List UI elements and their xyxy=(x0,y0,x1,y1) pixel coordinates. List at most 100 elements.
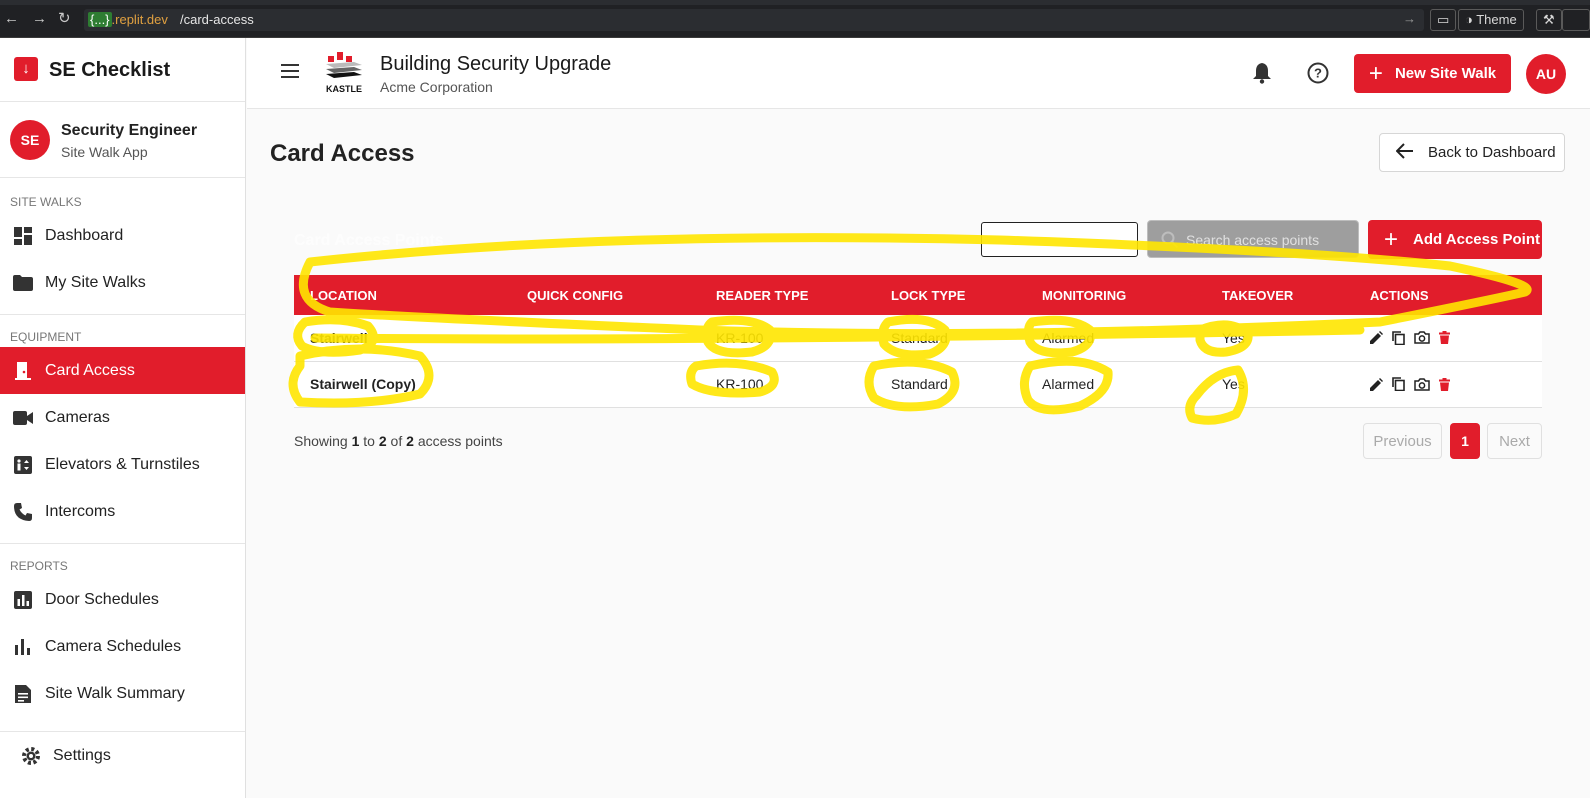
sidebar-item-camera-schedules[interactable]: Camera Schedules xyxy=(0,623,245,670)
sidebar-item-intercoms[interactable]: Intercoms xyxy=(0,488,245,535)
sidebar-item-label: Intercoms xyxy=(45,502,116,520)
showing-prefix: Showing xyxy=(294,433,348,449)
column-header-reader-type[interactable]: READER TYPE xyxy=(700,275,875,315)
sidebar: ↓ SE Checklist SE Security Engineer Site… xyxy=(0,38,246,798)
url-host-domain: .replit.dev xyxy=(111,12,168,27)
sidebar-item-label: Card Access xyxy=(45,361,135,379)
current-page-button[interactable]: 1 xyxy=(1450,423,1480,459)
menu-icon[interactable] xyxy=(281,64,299,78)
search-input[interactable] xyxy=(1186,230,1351,250)
copy-icon[interactable] xyxy=(1392,377,1405,391)
account-avatar[interactable]: AU xyxy=(1526,54,1566,94)
browser-toolbar: ← → ↻ {...} .replit.dev /card-access → ▭ … xyxy=(0,0,1590,38)
column-header-location[interactable]: LOCATION xyxy=(294,275,511,315)
user-name: Security Engineer xyxy=(61,122,198,139)
showing-from: 1 xyxy=(351,433,360,449)
delete-icon[interactable] xyxy=(1439,377,1450,391)
cell-location: Stairwell (Copy) xyxy=(294,361,511,408)
gear-icon xyxy=(20,746,42,766)
sidebar-item-door-schedules[interactable]: Door Schedules xyxy=(0,576,245,623)
bell-icon[interactable] xyxy=(1252,62,1274,84)
cell-reader-type: KR-100 xyxy=(700,315,875,362)
new-site-walk-label: New Site Walk xyxy=(1394,65,1497,82)
cell-takeover: Yes xyxy=(1206,315,1354,362)
column-header-quick-config[interactable]: QUICK CONFIG xyxy=(511,275,700,315)
folder-icon xyxy=(12,273,34,293)
door-icon xyxy=(12,361,34,381)
sidebar-brand[interactable]: ↓ SE Checklist xyxy=(0,38,245,102)
column-header-lock-type[interactable]: LOCK TYPE xyxy=(875,275,1026,315)
arrow-left-icon xyxy=(1395,142,1414,163)
copy-icon[interactable] xyxy=(1392,330,1405,345)
project-title: Building Security Upgrade xyxy=(380,53,612,75)
column-header-monitoring[interactable]: MONITORING xyxy=(1026,275,1206,315)
edit-icon[interactable] xyxy=(1370,377,1383,391)
cell-quick-config xyxy=(511,361,700,408)
sidebar-item-label: Site Walk Summary xyxy=(45,684,185,702)
page-title: Card Access xyxy=(270,140,415,167)
delete-icon[interactable] xyxy=(1439,331,1450,345)
user-subtitle: Site Walk App xyxy=(61,144,148,160)
showing-suffix: access points xyxy=(417,433,503,449)
previous-page-button[interactable]: Previous xyxy=(1363,423,1442,459)
castle-logo-icon xyxy=(326,52,362,78)
back-to-dashboard-label: Back to Dashboard xyxy=(1428,144,1556,161)
wrench-icon[interactable]: ⚒ xyxy=(1536,9,1562,31)
sidebar-item-site-walk-summary[interactable]: Site Walk Summary xyxy=(0,670,245,717)
extra-icon[interactable] xyxy=(1562,9,1590,31)
section-label-equipment: EQUIPMENT xyxy=(10,330,82,344)
filter-input[interactable] xyxy=(981,222,1138,257)
camera-icon[interactable] xyxy=(1414,377,1430,391)
sidebar-item-cameras[interactable]: Cameras xyxy=(0,394,245,441)
showing-total: 2 xyxy=(406,433,414,449)
sidebar-item-label: Cameras xyxy=(45,408,110,426)
reload-icon[interactable]: ↻ xyxy=(58,11,71,27)
cell-lock-type: Standard xyxy=(875,315,1026,362)
back-to-dashboard-button[interactable]: Back to Dashboard xyxy=(1379,133,1565,172)
svg-text:?: ? xyxy=(1314,66,1322,81)
table-row[interactable]: Stairwell (Copy) KR-100 Standard Alarmed… xyxy=(294,361,1542,408)
sidebar-item-label: Camera Schedules xyxy=(45,637,182,655)
address-bar[interactable]: {...} .replit.dev /card-access → xyxy=(84,9,1424,31)
help-icon[interactable]: ? xyxy=(1307,62,1329,84)
search-box[interactable] xyxy=(1147,220,1359,258)
new-site-walk-button[interactable]: + New Site Walk xyxy=(1354,54,1511,93)
next-page-button[interactable]: Next xyxy=(1487,423,1542,459)
cell-monitoring: Alarmed xyxy=(1026,361,1206,408)
url-host: {...} .replit.dev xyxy=(88,12,168,27)
sidebar-item-label: Door Schedules xyxy=(45,590,159,608)
sidebar-item-card-access[interactable]: Card Access xyxy=(0,347,245,394)
summary-icon xyxy=(12,684,34,704)
access-points-table: LOCATION QUICK CONFIG READER TYPE LOCK T… xyxy=(294,275,1542,408)
user-avatar: SE xyxy=(10,120,50,160)
devices-icon[interactable]: ▭ xyxy=(1430,9,1457,31)
table-row[interactable]: Stairwell KR-100 Standard Alarmed Yes xyxy=(294,315,1542,362)
column-header-takeover[interactable]: TAKEOVER xyxy=(1206,275,1354,315)
forward-arrow-icon[interactable]: → xyxy=(32,11,47,27)
kastle-logo: KASTLE xyxy=(324,52,364,94)
dashboard-icon xyxy=(12,226,34,246)
checklist-logo-icon: ↓ xyxy=(14,57,38,81)
sidebar-item-dashboard[interactable]: Dashboard xyxy=(0,212,245,259)
sidebar-item-label: My Site Walks xyxy=(45,273,146,291)
sidebar-user: SE Security Engineer Site Walk App xyxy=(0,102,245,178)
tab-strip xyxy=(0,0,1590,5)
brand-title: SE Checklist xyxy=(49,59,171,81)
theme-button[interactable]: ◑ Theme xyxy=(1458,9,1524,31)
cell-takeover: Yes xyxy=(1206,361,1354,408)
project-client: Acme Corporation xyxy=(380,79,493,95)
camera-icon[interactable] xyxy=(1414,331,1430,344)
sidebar-item-settings[interactable]: Settings xyxy=(0,732,245,779)
add-access-point-label: Add Access Point xyxy=(1413,231,1540,248)
go-arrow-icon[interactable]: → xyxy=(1403,11,1416,26)
add-access-point-button[interactable]: + Add Access Point xyxy=(1368,220,1542,259)
showing-to-word: to xyxy=(363,433,375,449)
section-label-site-walks: SITE WALKS xyxy=(10,195,82,209)
theme-label: Theme xyxy=(1476,12,1517,27)
url-host-badge: {...} xyxy=(88,12,112,27)
sidebar-item-label: Dashboard xyxy=(45,226,124,244)
sidebar-item-elevators[interactable]: Elevators & Turnstiles xyxy=(0,441,245,488)
back-arrow-icon[interactable]: ← xyxy=(4,11,19,27)
sidebar-item-my-site-walks[interactable]: My Site Walks xyxy=(0,259,245,306)
edit-icon[interactable] xyxy=(1370,331,1383,345)
